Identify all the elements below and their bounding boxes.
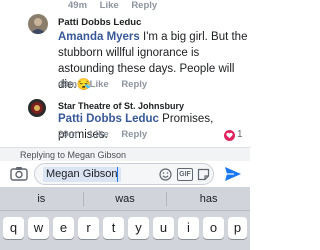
comment-composer: Megan Gibson GIF	[0, 161, 250, 187]
avatar[interactable]	[28, 14, 48, 34]
key-o[interactable]: o	[203, 217, 224, 239]
key-i[interactable]: i	[178, 217, 199, 239]
key-t[interactable]: t	[103, 217, 124, 239]
camera-icon[interactable]	[10, 166, 28, 186]
keyboard: is was has q w e r t y u i o p	[0, 187, 250, 250]
key-e[interactable]: e	[53, 217, 74, 239]
predictive-bar: is was has	[0, 187, 250, 211]
key-u[interactable]: u	[153, 217, 174, 239]
mention-link[interactable]: Patti Dobbs Leduc	[58, 113, 159, 125]
like-link[interactable]: Like	[90, 129, 109, 140]
key-q[interactable]: q	[3, 217, 24, 239]
comment-time: 49m	[58, 79, 78, 90]
reply-link[interactable]: Reply	[121, 129, 147, 140]
text-caret	[117, 167, 118, 182]
prev-reply-link[interactable]: Reply	[131, 0, 157, 11]
comment-meta: 49m Like Reply	[58, 79, 157, 90]
prev-comment-time: 49m	[68, 0, 88, 11]
key-y[interactable]: y	[128, 217, 149, 239]
comment-author[interactable]: Patti Dobbs Leduc	[58, 17, 141, 28]
suggestion-has[interactable]: has	[167, 187, 250, 210]
heart-reaction-icon[interactable]	[224, 130, 235, 141]
replying-to-bar: Replying to Megan Gibson	[0, 147, 250, 161]
reply-link[interactable]: Reply	[121, 79, 147, 90]
send-icon[interactable]	[224, 166, 242, 187]
emoji-icon[interactable]	[159, 168, 172, 186]
suggestion-is[interactable]: is	[0, 187, 83, 210]
comment-time: 29m	[58, 129, 78, 140]
comment-author[interactable]: Star Theatre of St. Johnsbury	[58, 101, 184, 111]
key-w[interactable]: w	[28, 217, 49, 239]
mention-link[interactable]: Amanda Myers	[58, 31, 140, 43]
prev-comment-meta: 49m Like Reply	[68, 0, 167, 11]
suggestion-was[interactable]: was	[84, 187, 167, 210]
prev-like-link[interactable]: Like	[100, 0, 119, 11]
key-p[interactable]: p	[228, 217, 247, 239]
tagged-person-chip[interactable]: Megan Gibson	[43, 167, 121, 182]
gif-icon[interactable]: GIF	[177, 168, 193, 181]
sticker-icon[interactable]	[197, 168, 210, 186]
key-r[interactable]: r	[78, 217, 99, 239]
like-link[interactable]: Like	[90, 79, 109, 90]
comment-input[interactable]: Megan Gibson GIF	[34, 163, 214, 185]
comment-meta: 29m Like Reply	[58, 129, 157, 140]
reaction-count: 1	[237, 129, 243, 140]
avatar[interactable]	[28, 99, 46, 117]
